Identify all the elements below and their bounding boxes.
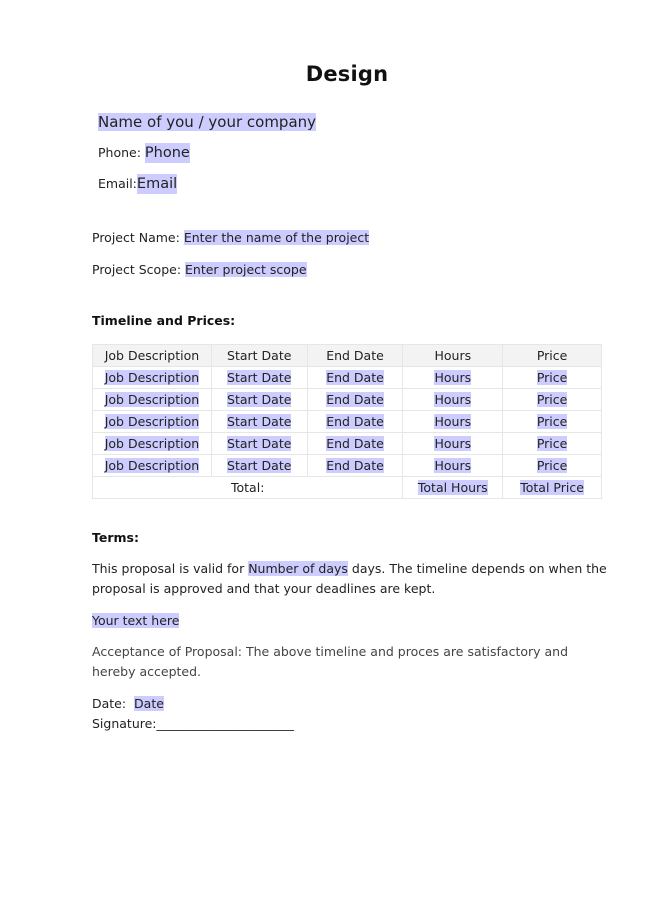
price-field[interactable]: Price [536,435,568,451]
start-date-cell: Start Date [210,366,308,389]
validity-prefix: This proposal is valid for [92,561,249,576]
signature-blank[interactable]: ______________________ [157,716,295,731]
start-date-field[interactable]: Start Date [227,369,292,385]
table-row: Job Description Start Date End Date Hour… [92,366,602,389]
start-date-cell: Start Date [210,454,308,477]
project-name-field[interactable]: Enter the name of the project [183,230,370,245]
timeline-heading: Timeline and Prices: [92,313,236,328]
end-date-cell: End Date [306,410,404,433]
total-price-field[interactable]: Total Price [520,479,584,495]
table-row: Job Description Start Date End Date Hour… [92,388,602,411]
end-date-field[interactable]: End Date [326,369,384,385]
hours-field[interactable]: Hours [434,369,472,385]
price-cell: Price [502,410,602,433]
custom-text-field[interactable]: Your text here [92,613,180,628]
phone-field[interactable]: Phone [144,143,190,163]
hours-field[interactable]: Hours [434,435,472,451]
project-name-label: Project Name: [92,230,184,245]
acceptance-paragraph: Acceptance of Proposal: The above timeli… [92,644,569,679]
project-name-line: Project Name: Enter the name of the proj… [92,229,370,247]
company-block: Name of you / your company [98,112,317,132]
price-cell: Price [502,388,602,411]
date-label: Date: [92,696,135,711]
phone-label: Phone: [98,145,145,160]
end-date-field[interactable]: End Date [326,435,384,451]
total-label: Total: [91,476,404,499]
terms-heading: Terms: [92,530,139,545]
start-date-field[interactable]: Start Date [227,413,292,429]
price-field[interactable]: Price [536,413,568,429]
company-name-field[interactable]: Name of you / your company [98,113,317,131]
date-line: Date: Date [92,694,607,714]
column-header-price: Price [502,344,602,367]
hours-cell: Hours [402,432,504,455]
end-date-field[interactable]: End Date [326,391,384,407]
date-field[interactable]: Date [134,696,164,711]
price-cell: Price [502,454,602,477]
price-cell: Price [502,366,602,389]
job-description-cell: Job Description [92,366,212,389]
start-date-cell: Start Date [210,432,308,455]
hours-cell: Hours [402,454,504,477]
hours-field[interactable]: Hours [434,391,472,407]
table-header-row: Job Description Start Date End Date Hour… [92,344,602,367]
start-date-cell: Start Date [210,388,308,411]
document-title: Design [305,62,389,86]
table-row: Job Description Start Date End Date Hour… [92,410,602,433]
end-date-cell: End Date [306,366,404,389]
total-hours-field[interactable]: Total Hours [417,479,488,495]
price-field[interactable]: Price [536,369,568,385]
start-date-cell: Start Date [210,410,308,433]
email-label: Email: [98,176,137,191]
job-description-field[interactable]: Job Description [104,435,200,451]
end-date-cell: End Date [306,388,404,411]
column-header-start-date: Start Date [210,344,308,367]
job-description-cell: Job Description [92,432,212,455]
total-hours-cell: Total Hours [402,476,504,499]
table-row: Job Description Start Date End Date Hour… [92,454,602,477]
table-row: Job Description Start Date End Date Hour… [92,432,602,455]
hours-field[interactable]: Hours [434,413,472,429]
job-description-cell: Job Description [92,454,212,477]
job-description-field[interactable]: Job Description [104,369,200,385]
job-description-field[interactable]: Job Description [104,391,200,407]
start-date-field[interactable]: Start Date [227,391,292,407]
email-field[interactable]: Email [136,174,178,194]
signature-label: Signature: [92,716,157,731]
column-header-hours: Hours [402,344,504,367]
start-date-field[interactable]: Start Date [227,435,292,451]
end-date-cell: End Date [306,432,404,455]
hours-cell: Hours [402,366,504,389]
hours-cell: Hours [402,410,504,433]
project-scope-field[interactable]: Enter project scope [185,262,307,277]
signature-line: Signature:______________________ [92,714,607,734]
job-description-field[interactable]: Job Description [104,413,200,429]
end-date-field[interactable]: End Date [326,413,384,429]
validity-days-field[interactable]: Number of days [248,561,348,576]
column-header-job-description: Job Description [92,344,212,367]
start-date-field[interactable]: Start Date [227,457,292,473]
job-description-cell: Job Description [92,410,212,433]
end-date-field[interactable]: End Date [326,457,384,473]
price-field[interactable]: Price [536,391,568,407]
total-price-cell: Total Price [502,476,602,499]
project-scope-label: Project Scope: [92,262,186,277]
email-line: Email:Email [98,174,178,194]
table-total-row: Total: Total Hours Total Price [91,476,602,499]
price-cell: Price [502,432,602,455]
column-header-end-date: End Date [306,344,404,367]
job-description-field[interactable]: Job Description [104,457,200,473]
custom-text-paragraph: Your text here [92,611,607,631]
job-description-cell: Job Description [92,388,212,411]
price-field[interactable]: Price [536,457,568,473]
project-scope-line: Project Scope: Enter project scope [92,261,307,279]
hours-field[interactable]: Hours [434,457,472,473]
timeline-price-table: Job Description Start Date End Date Hour… [91,344,602,499]
end-date-cell: End Date [306,454,404,477]
validity-paragraph: This proposal is valid for Number of day… [92,559,607,599]
phone-line: Phone: Phone [98,143,190,163]
hours-cell: Hours [402,388,504,411]
